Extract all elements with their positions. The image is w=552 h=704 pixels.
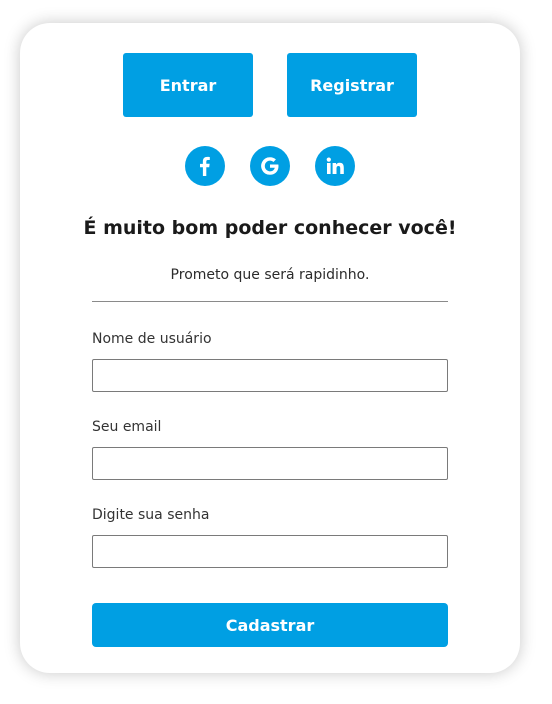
email-input[interactable] — [92, 447, 448, 480]
password-input[interactable] — [92, 535, 448, 568]
linkedin-button[interactable] — [315, 146, 355, 186]
linkedin-icon — [325, 156, 345, 176]
divider — [92, 301, 448, 302]
google-button[interactable] — [250, 146, 290, 186]
password-label: Digite sua senha — [92, 507, 210, 523]
auth-tabs: Entrar Registrar — [20, 53, 520, 117]
username-input[interactable] — [92, 359, 448, 392]
form-subtitle: Prometo que será rapidinho. — [170, 267, 370, 283]
email-label: Seu email — [92, 419, 162, 435]
register-submit-button[interactable]: Cadastrar — [92, 603, 448, 647]
login-tab-button[interactable]: Entrar — [123, 53, 253, 117]
facebook-icon — [195, 155, 215, 177]
social-login-row — [20, 146, 520, 186]
register-tab-button[interactable]: Registrar — [287, 53, 417, 117]
facebook-button[interactable] — [185, 146, 225, 186]
form-title: É muito bom poder conhecer você! — [83, 217, 457, 239]
register-card: Entrar Registrar É muito bom poder conhe… — [20, 23, 520, 673]
google-icon — [259, 155, 281, 177]
username-label: Nome de usuário — [92, 331, 212, 347]
